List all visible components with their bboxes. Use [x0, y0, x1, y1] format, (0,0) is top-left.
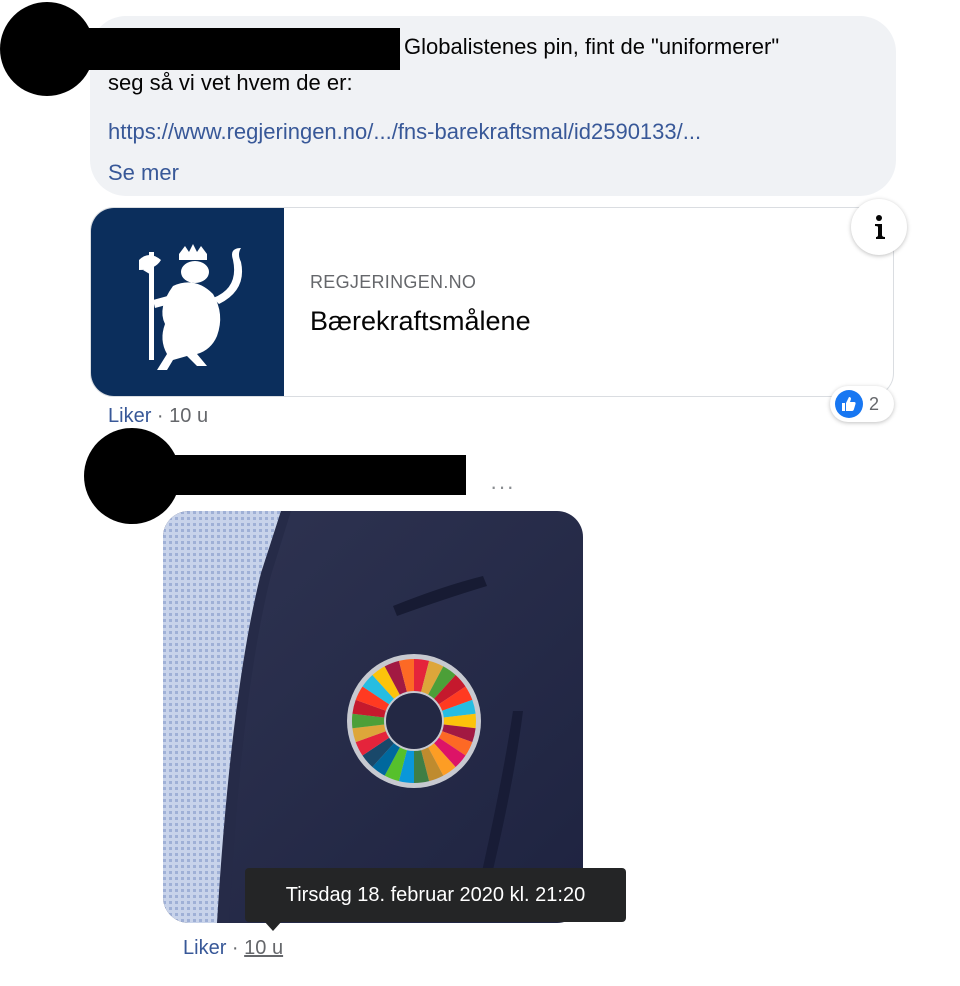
comment-photo[interactable]: [163, 511, 583, 923]
info-icon: [875, 215, 885, 239]
coat-of-arms-thumbnail: [91, 208, 284, 396]
meta-separator: ·: [156, 405, 164, 427]
reaction-summary[interactable]: 2: [830, 386, 894, 422]
meta-separator: ·: [231, 937, 239, 959]
like-action[interactable]: Liker: [183, 937, 226, 959]
sdg-pin-photo: [163, 511, 583, 923]
comment-text-line-2: seg så vi vet hvem de er:: [108, 70, 353, 95]
more-horizontal-icon[interactable]: ···: [490, 474, 515, 500]
author-name[interactable]: [40, 28, 400, 70]
tooltip-arrow: [264, 921, 282, 931]
lion-crest-icon: [139, 244, 243, 370]
like-action[interactable]: Liker: [108, 405, 151, 427]
timestamp-tooltip: Tirsdag 18. februar 2020 kl. 21:20: [245, 868, 626, 922]
comment-link[interactable]: https://www.regjeringen.no/.../fns-barek…: [108, 119, 701, 145]
timestamp[interactable]: 10 u: [244, 937, 283, 959]
comment-meta: Liker · 10 u: [108, 405, 208, 428]
comment-text-line-1: Globalistenes pin, fint de "uniformerer": [404, 34, 780, 59]
link-preview-card[interactable]: REGJERINGEN.NO Bærekraftsmålene: [90, 207, 894, 397]
reaction-count: 2: [869, 393, 880, 414]
preview-domain: REGJERINGEN.NO: [310, 272, 477, 292]
info-button[interactable]: [851, 199, 907, 255]
like-icon: [835, 390, 863, 418]
comment-meta: Liker · 10 u: [183, 937, 283, 960]
timestamp[interactable]: 10 u: [169, 405, 208, 427]
see-more-link[interactable]: Se mer: [108, 160, 179, 186]
preview-title[interactable]: Bærekraftsmålene: [310, 306, 531, 337]
author-name[interactable]: [130, 455, 466, 495]
